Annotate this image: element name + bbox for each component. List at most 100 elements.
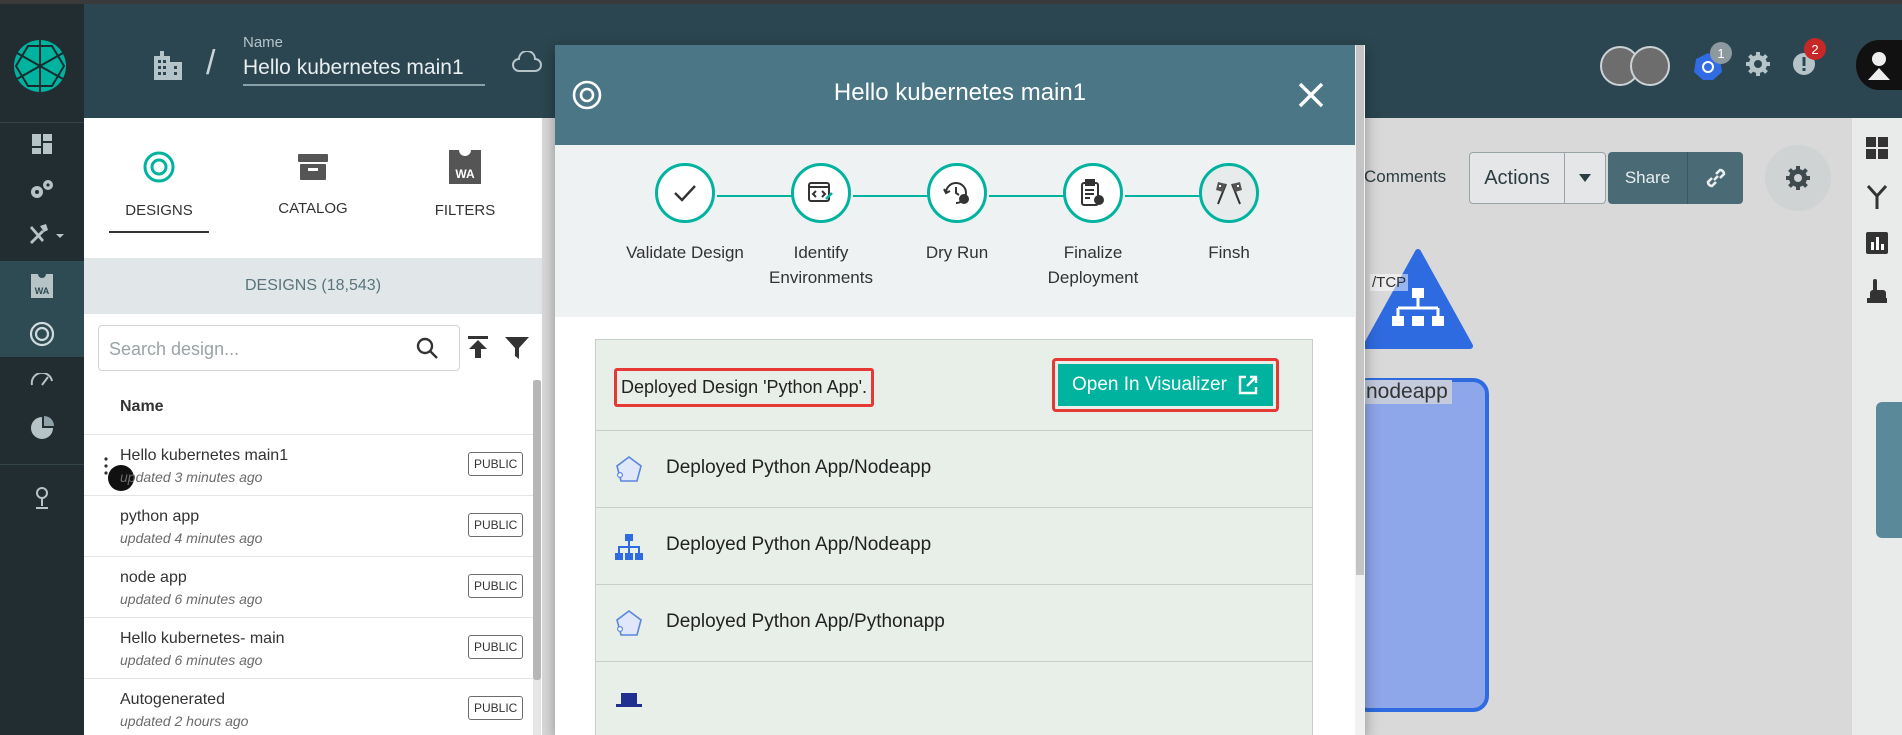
wasm-filter-icon: WA [410,144,520,190]
deployed-design-message: Deployed Design 'Python App'. [614,368,875,407]
design-title: node app [120,569,187,586]
svg-text:WA: WA [455,167,475,181]
settings-gear-icon [1786,166,1810,190]
touch-pointer-icon[interactable] [1866,278,1888,309]
design-list-item[interactable]: node app updated 6 minutes ago PUBLIC [84,556,534,617]
deployment-log-row: Deployed Python App/Pythonapp [596,585,1312,662]
drag-handle-icon[interactable] [104,457,108,475]
share-button[interactable]: Share [1608,152,1688,204]
step-validate-design[interactable]: Validate Design [615,163,755,265]
deployment-results: Deployed Design 'Python App'. Open In Vi… [595,339,1313,735]
merge-branch-icon[interactable] [1865,184,1889,215]
log-message: Deployed Python App/Nodeapp [666,457,932,478]
design-updated: updated 6 minutes ago [120,591,263,607]
tab-designs[interactable]: DESIGNS [104,144,214,233]
collaborator-avatar[interactable] [1630,46,1670,86]
tab-catalog-label: CATALOG [278,200,348,217]
link-icon[interactable] [1688,152,1743,204]
designs-count-header: DESIGNS (18,543) [84,258,542,314]
step-finalize-deployment[interactable]: Finalize Deployment [1023,163,1163,290]
search-design-box[interactable] [98,325,460,371]
actions-button[interactable]: Actions [1470,153,1565,203]
close-icon[interactable] [1291,75,1331,115]
configuration-tools-icon[interactable] [24,220,68,248]
step-dry-run[interactable]: Dry Run [887,163,1027,265]
active-tab-indicator [109,231,209,233]
dry-run-gear-icon [927,163,987,223]
filter-funnel-icon[interactable] [504,336,530,365]
design-list-item[interactable]: python app updated 4 minutes ago PUBLIC [84,495,534,556]
modal-scrollbar-thumb[interactable] [1356,45,1364,575]
wasm-filter-icon[interactable]: WA [28,272,56,300]
step-label: Finalize Deployment [1047,243,1139,287]
upload-design-icon[interactable] [466,334,490,365]
external-link-icon [1238,375,1258,395]
open-in-visualizer-label: Open In Visualizer [1072,374,1227,395]
chevron-down-icon[interactable] [1565,153,1605,203]
lifecycle-gears-icon[interactable] [28,176,56,204]
step-label: Validate Design [626,243,744,262]
step-label: Finsh [1208,243,1250,262]
nodeapp-container-node[interactable] [1352,378,1489,712]
side-drawer-tab[interactable] [1876,402,1902,538]
design-updated: updated 3 minutes ago [120,469,263,485]
bar-chart-icon[interactable] [1866,232,1888,259]
dashboard-icon[interactable] [28,130,56,158]
search-icon[interactable] [415,336,439,365]
step-identify-environments[interactable]: Identify Environments [751,163,891,290]
user-profile-avatar[interactable] [1856,40,1902,90]
open-in-visualizer-button[interactable]: Open In Visualizer [1058,364,1273,406]
settings-gear-icon[interactable] [1740,46,1776,82]
log-message: Deployed Python App/Pythonapp [666,611,945,632]
environment-code-icon [791,163,851,223]
design-updated: updated 2 hours ago [120,713,249,729]
tab-filters[interactable]: WA FILTERS [410,144,520,219]
clipboard-gear-icon [1063,163,1123,223]
service-tree-icon [614,532,644,562]
list-scrollbar-thumb[interactable] [533,380,541,680]
canvas-settings-button[interactable] [1765,145,1831,211]
tab-catalog[interactable]: CATALOG [258,144,368,217]
deployment-stepper: Validate Design Identify Environments Dr… [555,145,1365,317]
modal-scrollbar-track[interactable] [1355,45,1365,735]
design-title: python app [120,508,200,525]
design-list-item[interactable]: Hello kubernetes- main updated 6 minutes… [84,617,534,678]
deployment-log-row: Deployed Python App/Nodeapp [596,508,1312,585]
check-icon [655,163,715,223]
name-column-header[interactable]: Name [120,398,164,416]
breadcrumb-separator: / [206,44,216,82]
name-field-label: Name [243,34,284,51]
panel-tabs: DESIGNS CATALOG WA FILTERS [84,118,542,258]
deploy-modal: Hello kubernetes main1 Validate Design I… [555,45,1365,735]
actions-dropdown[interactable]: Actions [1469,152,1606,204]
meshery-design-icon [104,144,214,190]
visibility-badge: PUBLIC [468,513,524,537]
deployment-log-row [596,662,1312,735]
open-visualizer-highlight: Open In Visualizer [1052,358,1279,412]
grid-layout-icon[interactable] [1865,136,1889,165]
search-design-input[interactable] [109,336,399,362]
comments-button[interactable]: Comments [1364,167,1446,187]
performance-gauge-icon[interactable] [28,366,56,394]
step-finish[interactable]: Finsh [1159,163,1299,265]
design-title: Hello kubernetes main1 [120,447,289,464]
deployment-summary: Deployed Design 'Python App'. Open In Vi… [596,340,1312,431]
location-pin-icon[interactable] [28,483,56,511]
design-name-input[interactable]: Hello kubernetes main1 [243,56,485,86]
meshery-logo-icon[interactable] [12,38,68,94]
nodeapp-node-label: nodeapp [1362,380,1452,404]
design-list-item[interactable]: Autogenerated updated 2 hours ago PUBLIC [84,678,534,735]
organization-building-icon[interactable] [148,44,188,84]
cloud-sync-icon[interactable] [510,48,544,76]
visibility-badge: PUBLIC [468,452,524,476]
share-group[interactable]: Share [1608,152,1743,204]
meshery-design-rail-icon[interactable] [28,320,56,348]
service-triangle-node[interactable] [1362,248,1474,355]
design-list-item[interactable]: Hello kubernetes main1 updated 3 minutes… [84,434,534,495]
deployment-log-row: Deployed Python App/Nodeapp [596,431,1312,508]
log-message: Deployed Python App/Nodeapp [666,534,932,555]
designs-panel: DESIGNS CATALOG WA FILTERS DESIGNS (18,5… [84,118,542,735]
extensions-pie-icon[interactable] [28,414,56,442]
modal-header: Hello kubernetes main1 [555,45,1365,145]
namespace-block-icon [614,686,644,716]
